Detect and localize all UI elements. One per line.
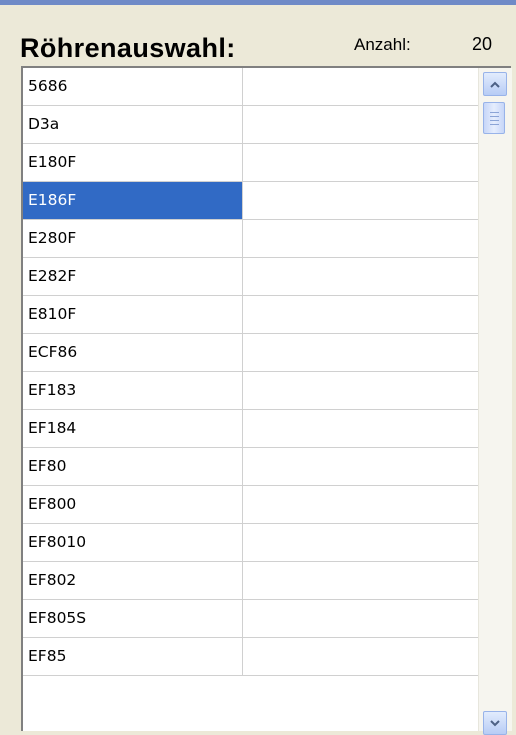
scrollbar-thumb[interactable] — [483, 102, 505, 134]
thumb-grip-line — [490, 116, 499, 119]
tube-list-rows: 5686 D3a E180F E186F E280F E282F E810F ECF86 EF1… — [23, 68, 478, 676]
tube-list[interactable]: 5686 D3a E180F E186F E280F E282F E810F ECF86 EF1… — [21, 66, 512, 735]
list-title: Röhrenauswahl: — [20, 33, 236, 63]
tube-name-cell[interactable]: E280F — [23, 220, 243, 257]
tube-name-cell[interactable]: EF805S — [23, 600, 243, 637]
list-item[interactable]: E186F — [23, 182, 478, 220]
thumb-grip-line — [490, 120, 499, 123]
tube-name-cell[interactable]: E180F — [23, 144, 243, 181]
list-item[interactable]: EF183 — [23, 372, 478, 410]
list-item[interactable]: EF80 — [23, 448, 478, 486]
list-item[interactable]: D3a — [23, 106, 478, 144]
empty-cell[interactable] — [243, 638, 478, 675]
empty-cell[interactable] — [243, 334, 478, 371]
empty-cell[interactable] — [243, 562, 478, 599]
list-item[interactable]: EF802 — [23, 562, 478, 600]
empty-cell[interactable] — [243, 144, 478, 181]
chevron-down-icon[interactable] — [483, 711, 507, 735]
window-top-border — [0, 0, 516, 5]
tube-name-cell[interactable]: E186F — [23, 182, 243, 219]
list-item[interactable]: EF184 — [23, 410, 478, 448]
count-value: 20 — [472, 34, 493, 54]
empty-cell[interactable] — [243, 106, 478, 143]
tube-name-cell[interactable]: E810F — [23, 296, 243, 333]
tube-name-cell[interactable]: D3a — [23, 106, 243, 143]
tube-name-cell[interactable]: EF184 — [23, 410, 243, 447]
list-item[interactable]: 5686 — [23, 68, 478, 106]
empty-cell[interactable] — [243, 182, 478, 219]
list-header: Röhrenauswahl: Anzahl: 20 — [0, 12, 516, 63]
empty-cell[interactable] — [243, 524, 478, 561]
list-item[interactable]: E282F — [23, 258, 478, 296]
empty-cell[interactable] — [243, 410, 478, 447]
thumb-grip-line — [490, 112, 499, 115]
list-item[interactable]: E810F — [23, 296, 478, 334]
empty-cell[interactable] — [243, 600, 478, 637]
list-item[interactable]: EF800 — [23, 486, 478, 524]
chevron-up-icon[interactable] — [483, 72, 507, 96]
empty-cell[interactable] — [243, 448, 478, 485]
tube-name-cell[interactable]: EF85 — [23, 638, 243, 675]
thumb-grip-line — [490, 124, 499, 127]
empty-cell[interactable] — [243, 220, 478, 257]
count-label: Anzahl: — [354, 35, 411, 54]
list-item[interactable]: EF8010 — [23, 524, 478, 562]
empty-cell[interactable] — [243, 258, 478, 295]
empty-cell[interactable] — [243, 68, 478, 105]
tube-name-cell[interactable]: EF8010 — [23, 524, 243, 561]
tube-name-cell[interactable]: EF800 — [23, 486, 243, 523]
tube-name-cell[interactable]: EF183 — [23, 372, 243, 409]
tube-name-cell[interactable]: E282F — [23, 258, 243, 295]
vertical-scrollbar[interactable] — [478, 68, 512, 735]
list-item[interactable]: EF805S — [23, 600, 478, 638]
list-item[interactable]: E280F — [23, 220, 478, 258]
list-item[interactable]: E180F — [23, 144, 478, 182]
empty-cell[interactable] — [243, 296, 478, 333]
empty-cell[interactable] — [243, 372, 478, 409]
tube-name-cell[interactable]: ECF86 — [23, 334, 243, 371]
list-item[interactable]: EF85 — [23, 638, 478, 676]
empty-cell[interactable] — [243, 486, 478, 523]
list-item[interactable]: ECF86 — [23, 334, 478, 372]
tube-name-cell[interactable]: EF802 — [23, 562, 243, 599]
tube-name-cell[interactable]: 5686 — [23, 68, 243, 105]
tube-name-cell[interactable]: EF80 — [23, 448, 243, 485]
